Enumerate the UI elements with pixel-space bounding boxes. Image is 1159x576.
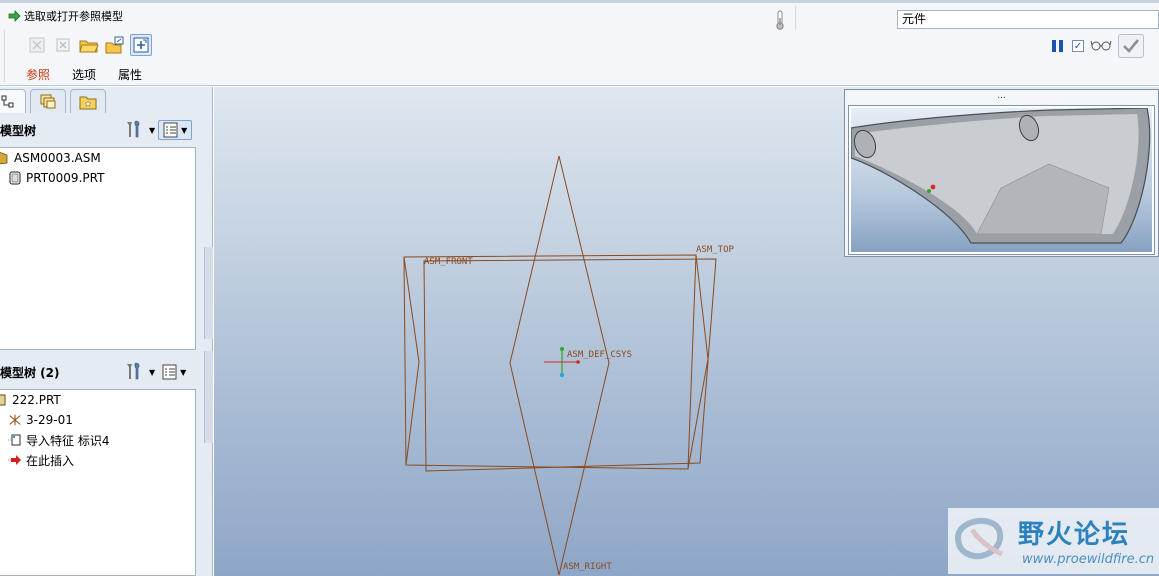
watermark-url: www.proewildfire.cn — [1022, 552, 1155, 567]
component-preview[interactable] — [848, 105, 1155, 255]
part-icon — [8, 171, 22, 185]
part-icon — [0, 393, 8, 407]
datum-label-front: ASM_FRONT — [424, 257, 473, 267]
model-tree-2-list: 222.PRT 3-29-01 导入特征 标识4 在此插入 — [0, 389, 196, 576]
show-menu-icon[interactable]: ▼ — [162, 364, 186, 380]
model-tree-title: 模型树 — [0, 123, 37, 138]
tree-item-label: 3-29-01 — [26, 413, 73, 427]
navigator-sash[interactable] — [204, 247, 213, 339]
datum-plane-right — [509, 155, 610, 576]
datum-plane-top — [423, 258, 717, 472]
component-model-render — [851, 108, 1151, 244]
component-type-field[interactable]: 元件 — [897, 10, 1159, 29]
watermark-logo-icon — [954, 517, 1004, 560]
show-menu-button[interactable]: ▼ — [158, 120, 193, 140]
component-window-title: ... — [997, 91, 1006, 101]
graphics-window[interactable]: ASM_FRONT ASM_TOP ASM_RIGHT ASM_DEF_CSYS… — [214, 87, 1159, 576]
list-item[interactable]: 导入特征 标识4 — [8, 430, 203, 450]
component-placement-dashboard: 选取或打开参照模型 参照 选项 属性 元件 ✓ — [0, 0, 1159, 86]
insert-here-arrow-icon — [8, 453, 22, 467]
thermometer-icon[interactable] — [775, 10, 785, 33]
list-item[interactable]: 3-29-01 — [8, 410, 203, 430]
remove-all-icon[interactable] — [26, 34, 48, 56]
tab-folder-browser[interactable] — [30, 89, 66, 113]
tree-item-label: PRT0009.PRT — [26, 171, 105, 185]
separator — [795, 6, 796, 30]
arrow-right-icon — [8, 10, 21, 22]
navigator-sash[interactable] — [204, 351, 213, 443]
tab-favorites[interactable] — [70, 89, 106, 113]
model-tree-2-title: 模型树 (2) — [0, 365, 60, 380]
chevron-down-icon[interactable]: ▼ — [149, 368, 155, 377]
pause-icon[interactable] — [1052, 40, 1066, 52]
model-tree-tools: ▼ ▼ — [124, 119, 193, 142]
dashboard-right-controls: ✓ — [1052, 34, 1144, 58]
coordinate-system-icon — [8, 413, 22, 427]
tab-model-tree[interactable] — [0, 89, 26, 113]
dashboard-toolbar — [26, 34, 152, 58]
datum-label-csys: ASM_DEF_CSYS — [567, 350, 632, 360]
settings-tools-icon[interactable] — [124, 119, 146, 142]
chevron-down-icon[interactable]: ▼ — [149, 126, 155, 135]
list-item[interactable]: 222.PRT — [0, 390, 189, 410]
apply-checkmark-button[interactable] — [1118, 34, 1144, 58]
package-component-icon[interactable] — [130, 34, 152, 56]
model-tree-list: ASM0003.ASM PRT0009.PRT — [0, 147, 196, 350]
model-tree-2-header: 模型树 (2) ▼ ▼ — [0, 359, 198, 385]
navigator-panel: 模型树 ▼ ▼ ASM0003.ASM PRT0009.PRT 模型树 (2) … — [0, 87, 213, 576]
list-item[interactable]: ASM0003.ASM — [0, 148, 191, 168]
component-window[interactable]: ... — [844, 89, 1159, 257]
watermark-title: 野火论坛 — [1018, 520, 1131, 550]
prompt-text: 选取或打开参照模型 — [24, 10, 123, 23]
dashboard-tabs: 参照 选项 属性 — [26, 66, 164, 83]
tree-item-label: 导入特征 标识4 — [26, 433, 110, 448]
open-folder-icon[interactable] — [78, 34, 100, 56]
tab-properties[interactable]: 属性 — [118, 66, 142, 83]
model-tree-2-tools: ▼ ▼ — [124, 361, 186, 384]
list-item[interactable]: PRT0009.PRT — [8, 168, 203, 188]
tab-references[interactable]: 参照 — [26, 66, 50, 83]
preview-glasses-icon[interactable] — [1090, 39, 1112, 54]
dashboard-top-border — [0, 0, 1159, 3]
chevron-down-icon: ▼ — [181, 125, 188, 135]
assembly-icon — [0, 151, 10, 165]
settings-tools-icon[interactable] — [124, 361, 146, 384]
open-reference-model-icon[interactable] — [104, 34, 126, 56]
chevron-down-icon: ▼ — [180, 367, 187, 377]
tree-item-label: 在此插入 — [26, 453, 75, 468]
list-item[interactable]: 在此插入 — [8, 450, 203, 470]
preview-checkbox[interactable]: ✓ — [1072, 40, 1084, 52]
tree-item-label: 222.PRT — [12, 393, 61, 407]
tab-options[interactable]: 选项 — [72, 66, 96, 83]
separator — [4, 30, 5, 82]
datum-label-top: ASM_TOP — [696, 245, 735, 255]
message-prompt: 选取或打开参照模型 — [8, 8, 123, 24]
datum-label-right: ASM_RIGHT — [563, 562, 612, 572]
import-feature-icon — [8, 433, 22, 447]
model-tree-header: 模型树 ▼ ▼ — [0, 117, 198, 143]
remove-icon[interactable] — [52, 34, 74, 56]
tree-item-label: ASM0003.ASM — [14, 151, 101, 165]
forum-watermark: 野火论坛 www.proewildfire.cn — [948, 508, 1159, 574]
navigator-tabs — [0, 87, 213, 113]
